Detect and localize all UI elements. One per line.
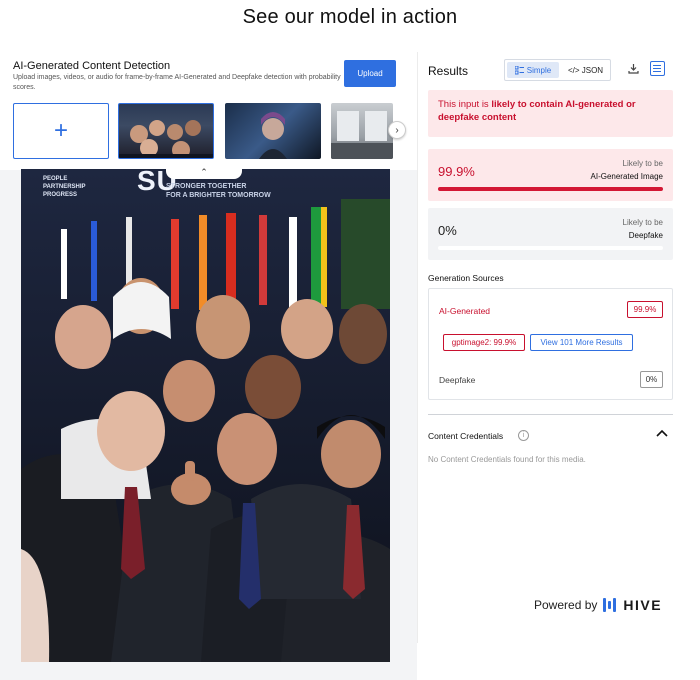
banner-sub-text: STRONGER TOGETHER FOR A BRIGHTER TOMORRO… bbox=[166, 183, 271, 199]
hive-logo-text: HIVE bbox=[623, 597, 663, 613]
add-media-button[interactable]: + bbox=[13, 103, 109, 159]
ai-generated-score: 99.9% bbox=[438, 164, 475, 179]
chevron-right-icon: › bbox=[395, 124, 399, 136]
thumbnail-interior[interactable] bbox=[331, 103, 393, 159]
plus-icon: + bbox=[53, 117, 68, 144]
view-toggle: Simple </> JSON bbox=[504, 59, 611, 81]
gen-deepfake-label: Deepfake bbox=[439, 375, 476, 385]
chevron-up-icon: ⌃ bbox=[200, 166, 208, 177]
thumbnail-cyber-portrait[interactable] bbox=[225, 103, 321, 159]
gen-ai-value-badge: 99.9% bbox=[627, 301, 663, 318]
ai-caption-top: Likely to be bbox=[622, 159, 663, 168]
hive-logo-icon bbox=[603, 598, 617, 612]
verdict-alert: This input is likely to contain AI-gener… bbox=[428, 90, 673, 137]
sample-thumbnails: + › bbox=[13, 103, 408, 159]
gen-deepfake-value-badge: 0% bbox=[640, 371, 663, 388]
report-icon[interactable] bbox=[650, 61, 665, 76]
toggle-json-button[interactable]: </> JSON bbox=[561, 60, 610, 80]
ai-generated-score-card: 99.9% Likely to be AI-Generated Image bbox=[428, 149, 673, 201]
detection-description: Upload images, videos, or audio for fram… bbox=[13, 74, 341, 91]
ai-generated-caption: Likely to be AI-Generated Image bbox=[591, 157, 663, 183]
ai-generated-bar bbox=[438, 187, 663, 191]
view-more-results-button[interactable]: View 101 More Results bbox=[530, 334, 633, 351]
generation-sources-card: AI-Generated 99.9% gptimage2: 99.9% View… bbox=[428, 288, 673, 400]
collapse-credentials-icon[interactable] bbox=[656, 426, 668, 440]
deepfake-caption: Likely to be Deepfake bbox=[623, 216, 663, 242]
toggle-simple-label: Simple bbox=[526, 65, 552, 75]
gen-model-pill: gptimage2: 99.9% bbox=[443, 334, 525, 351]
thumbnail-group-selfie-image bbox=[119, 120, 213, 158]
content-credentials-empty: No Content Credentials found for this me… bbox=[428, 455, 586, 464]
divider bbox=[428, 414, 673, 415]
df-caption-top: Likely to be bbox=[622, 218, 663, 227]
thumbnail-group-selfie[interactable] bbox=[118, 103, 214, 159]
toggle-simple-button[interactable]: Simple bbox=[507, 62, 559, 78]
ai-generated-bar-fill bbox=[438, 187, 663, 191]
download-icon[interactable] bbox=[628, 63, 639, 77]
banner-left-text: PEOPLE PARTNERSHIP PROGRESS bbox=[43, 176, 86, 198]
deepfake-score-card: 0% Likely to be Deepfake bbox=[428, 208, 673, 260]
generation-sources-title: Generation Sources bbox=[428, 273, 504, 283]
preview-image: PEOPLE PARTNERSHIP PROGRESS SU STRONGER … bbox=[21, 169, 390, 662]
detection-panel: AI-Generated Content Detection Upload im… bbox=[0, 52, 417, 680]
deepfake-bar bbox=[438, 246, 663, 250]
gen-ai-label: AI-Generated bbox=[439, 306, 491, 316]
powered-by-label: Powered by bbox=[534, 598, 598, 612]
detection-title: AI-Generated Content Detection bbox=[13, 60, 171, 72]
thumbnail-cyber-portrait-image bbox=[259, 112, 287, 159]
content-credentials-title: Content Credentials bbox=[428, 431, 504, 441]
page-title: See our model in action bbox=[242, 6, 458, 28]
upload-button[interactable]: Upload bbox=[344, 60, 396, 87]
list-icon bbox=[514, 65, 524, 74]
df-caption-bottom: Deepfake bbox=[628, 231, 663, 240]
verdict-prefix: This input is bbox=[438, 99, 492, 110]
results-panel: Results Simple </> JSON This input is li… bbox=[417, 52, 700, 643]
ai-caption-bottom: AI-Generated Image bbox=[590, 172, 663, 181]
thumbnail-interior-image bbox=[331, 111, 393, 159]
thumbnails-next-button[interactable]: › bbox=[388, 121, 406, 139]
powered-by: Powered by HIVE bbox=[534, 597, 662, 613]
group-selfie-illustration bbox=[21, 169, 390, 662]
results-title: Results bbox=[428, 64, 469, 78]
info-icon[interactable]: i bbox=[518, 430, 529, 441]
deepfake-score: 0% bbox=[438, 223, 457, 238]
collapse-thumbnails-button[interactable]: ⌃ bbox=[166, 165, 242, 179]
